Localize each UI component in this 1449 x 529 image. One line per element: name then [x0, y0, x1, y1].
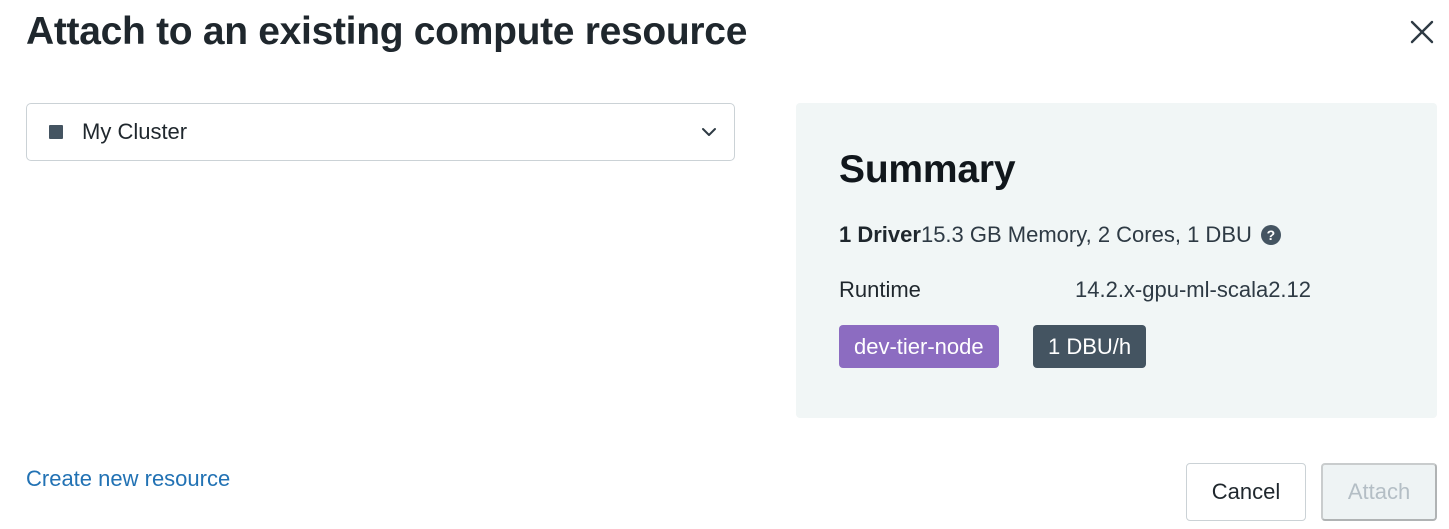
node-type-tag: dev-tier-node	[839, 325, 999, 368]
runtime-value: 14.2.x-gpu-ml-scala2.12	[1075, 277, 1312, 302]
attach-button[interactable]: Attach	[1321, 463, 1437, 521]
summary-panel: Summary 1 Driver 15.3 GB Memory, 2 Cores…	[796, 103, 1437, 418]
close-button[interactable]	[1404, 14, 1440, 50]
dialog-title: Attach to an existing compute resource	[26, 10, 748, 53]
compute-resource-select[interactable]: My Cluster	[26, 103, 735, 161]
summary-title: Summary	[839, 148, 1016, 191]
cancel-button[interactable]: Cancel	[1186, 463, 1306, 521]
attach-compute-dialog: Attach to an existing compute resource M…	[0, 0, 1449, 529]
runtime-label: Runtime	[839, 277, 921, 302]
driver-detail: 15.3 GB Memory, 2 Cores, 1 DBU	[920, 222, 1252, 247]
close-icon	[1410, 20, 1434, 44]
stopped-square-icon	[49, 125, 63, 139]
selected-resource: My Cluster	[82, 119, 188, 144]
chevron-down-icon	[700, 123, 718, 141]
driver-label: 1 Driver	[839, 222, 921, 247]
driver-info: 1 Driver 15.3 GB Memory, 2 Cores, 1 DBU …	[839, 222, 1281, 248]
question-circle-icon[interactable]: ?	[1260, 225, 1281, 245]
create-new-resource-link[interactable]: Create new resource	[26, 466, 230, 492]
dbu-rate-tag: 1 DBU/h	[1033, 325, 1147, 368]
